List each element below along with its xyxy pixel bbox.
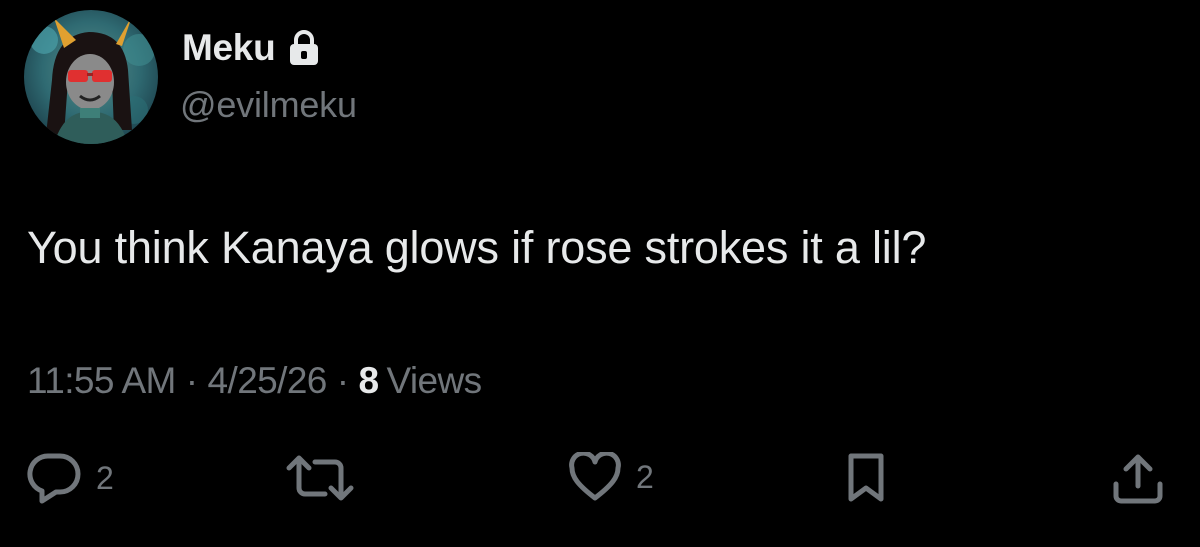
retweet-icon <box>285 452 355 504</box>
meta-separator: · <box>336 360 349 401</box>
bookmark-button[interactable] <box>843 452 889 504</box>
tweet: Meku @evilmeku You think Kanaya glows if… <box>0 0 1200 547</box>
lock-icon <box>287 29 321 67</box>
like-count: 2 <box>636 458 654 495</box>
tweet-text: You think Kanaya glows if rose strokes i… <box>27 222 927 273</box>
views-count: 8 <box>358 360 380 401</box>
bookmark-icon <box>843 452 889 504</box>
reply-count: 2 <box>96 459 114 496</box>
share-button[interactable] <box>1110 452 1166 506</box>
reply-button[interactable]: 2 <box>26 452 114 504</box>
tweet-date[interactable]: 4/25/26 <box>208 360 328 401</box>
heart-icon <box>568 452 622 502</box>
share-icon <box>1110 452 1166 506</box>
reply-icon <box>26 452 82 504</box>
meta-separator: · <box>185 360 198 401</box>
avatar[interactable] <box>24 10 158 144</box>
tweet-time[interactable]: 11:55 AM <box>27 360 176 401</box>
retweet-button[interactable] <box>285 452 369 504</box>
views-label: Views <box>386 360 483 401</box>
user-handle[interactable]: @evilmeku <box>180 84 357 126</box>
display-name-row: Meku <box>182 26 321 70</box>
tweet-meta: 11:55 AM · 4/25/26 · 8 Views <box>27 360 482 402</box>
like-button[interactable]: 2 <box>568 452 654 502</box>
display-name[interactable]: Meku <box>182 27 276 69</box>
